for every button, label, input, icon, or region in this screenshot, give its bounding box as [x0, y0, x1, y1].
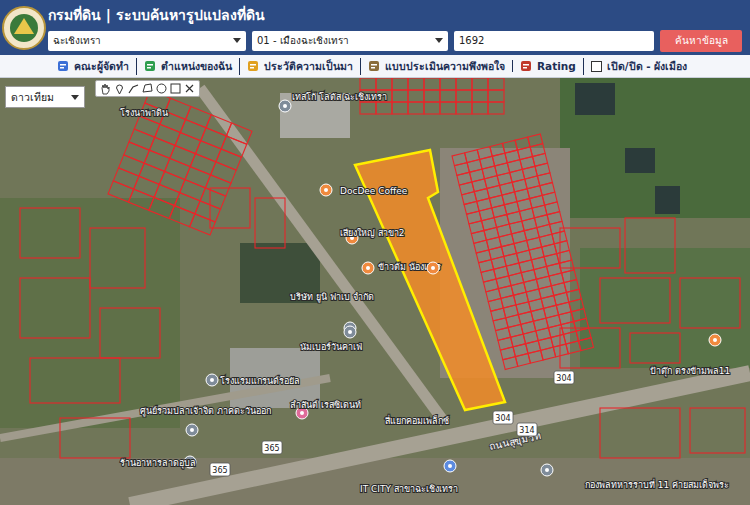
- road-shield: 314: [517, 423, 537, 436]
- place-pin-icon[interactable]: [362, 262, 374, 274]
- place-pin-icon[interactable]: [709, 334, 721, 346]
- menu-bar: คณะผู้จัดทำ ตำแหน่งของฉัน ประวัติความเป็…: [0, 55, 750, 78]
- menu-item[interactable]: เปิด/ปิด - ผังเมือง: [583, 58, 695, 75]
- land-search-app: กรมที่ดิน | ระบบค้นหารูปแปลงที่ดิน ฉะเชิ…: [0, 0, 750, 505]
- road-shield: 365: [262, 441, 282, 454]
- road-shield: 304: [493, 411, 513, 424]
- place-label[interactable]: ศูนย์รวมปลาเจ้าจิต ภาคตะวันออก: [140, 405, 271, 417]
- province-select[interactable]: ฉะเชิงเทรา: [48, 31, 246, 51]
- menu-item[interactable]: ตำแหน่งของฉัน: [136, 58, 239, 75]
- place-label[interactable]: บริษัท ยูนิ ฟาเบ จำกัด: [290, 292, 374, 303]
- menu-icon: [247, 60, 259, 72]
- district-select[interactable]: 01 - เมืองฉะเชิงเทรา: [252, 31, 448, 51]
- svg-text:304: 304: [495, 414, 510, 423]
- menu-icon: [368, 60, 380, 72]
- place-pin-icon[interactable]: [541, 464, 553, 476]
- svg-text:365: 365: [264, 444, 279, 453]
- poly-tool-icon[interactable]: [141, 82, 154, 95]
- place-label[interactable]: นัมเบอร์วันคาเฟ่: [300, 341, 362, 352]
- road-shield: 304: [554, 371, 574, 384]
- parcel-pin-icon: [427, 262, 439, 274]
- place-label[interactable]: ลำสันต์ เรสซิเดนท์: [290, 399, 361, 410]
- place-label[interactable]: โรงแรมแกรนด์รอยัล: [220, 375, 300, 386]
- place-pin-icon[interactable]: [320, 184, 332, 196]
- menu-icon: [144, 60, 156, 72]
- place-label[interactable]: เสียงใหญ่ สาขา2: [340, 228, 405, 238]
- checkbox[interactable]: [591, 61, 602, 72]
- draw-toolbar: [95, 80, 200, 97]
- del-tool-icon[interactable]: [183, 82, 196, 95]
- menu-icon: [520, 60, 532, 72]
- search-bar: ฉะเชิงเทรา 01 - เมืองฉะเชิงเทรา 1692 ค้น…: [48, 30, 742, 52]
- search-button[interactable]: ค้นหาข้อมูล: [660, 30, 742, 52]
- header: กรมที่ดิน | ระบบค้นหารูปแปลงที่ดิน ฉะเชิ…: [0, 0, 750, 55]
- place-pin-icon[interactable]: [444, 460, 456, 472]
- road-shield: 365: [210, 463, 230, 476]
- place-pin-icon[interactable]: [279, 100, 291, 112]
- place-pin-icon[interactable]: [344, 326, 356, 338]
- svg-text:365: 365: [212, 466, 227, 475]
- place-label[interactable]: เทสโก้ โลตัส ฉะเชิงเทรา: [292, 92, 387, 102]
- svg-text:304: 304: [556, 374, 571, 383]
- place-pin-icon[interactable]: [186, 424, 198, 436]
- hand-tool-icon[interactable]: [99, 82, 112, 95]
- menu-item[interactable]: คณะผู้จัดทำ: [50, 58, 136, 75]
- satellite-map[interactable]: ถนนสุขุมวิท304304314365365โรงนาพาดินเทสโ…: [0, 78, 750, 505]
- app-title: กรมที่ดิน | ระบบค้นหารูปแปลงที่ดิน: [48, 4, 742, 26]
- place-label[interactable]: DocDee Coffee: [340, 186, 408, 196]
- place-pin-icon[interactable]: [206, 374, 218, 386]
- menu-icon: [57, 60, 69, 72]
- square-tool-icon[interactable]: [169, 82, 182, 95]
- svg-text:314: 314: [519, 426, 534, 435]
- place-label[interactable]: กองพลทหารราบที่ 11 ค่ายสมเด็จพระ: [585, 478, 729, 490]
- menu-item[interactable]: Rating: [512, 60, 583, 72]
- place-label[interactable]: ร้านอาหารลาดอุบล: [120, 458, 196, 469]
- place-label[interactable]: สี่แยกคอมเพล็กซ์: [385, 414, 449, 426]
- menu-item[interactable]: ประวัติความเป็นมา: [239, 58, 360, 75]
- map-view[interactable]: ถนนสุขุมวิท304304314365365โรงนาพาดินเทสโ…: [0, 78, 750, 505]
- place-label[interactable]: โรงนาพาดิน: [120, 108, 168, 118]
- place-label[interactable]: IT CITY สาขาฉะเชิงเทรา: [360, 484, 458, 494]
- pin-tool-icon[interactable]: [113, 82, 126, 95]
- dol-logo-icon: [2, 6, 46, 50]
- circle-tool-icon[interactable]: [155, 82, 168, 95]
- place-label[interactable]: ป้าตุ๊ก ตรงข้ามพล11: [650, 366, 730, 377]
- line-tool-icon[interactable]: [127, 82, 140, 95]
- base-layer-select[interactable]: ดาวเทียม: [5, 86, 85, 108]
- menu-item[interactable]: แบบประเมินความพึงพอใจ: [360, 58, 512, 75]
- parcel-number-input[interactable]: 1692: [454, 31, 654, 51]
